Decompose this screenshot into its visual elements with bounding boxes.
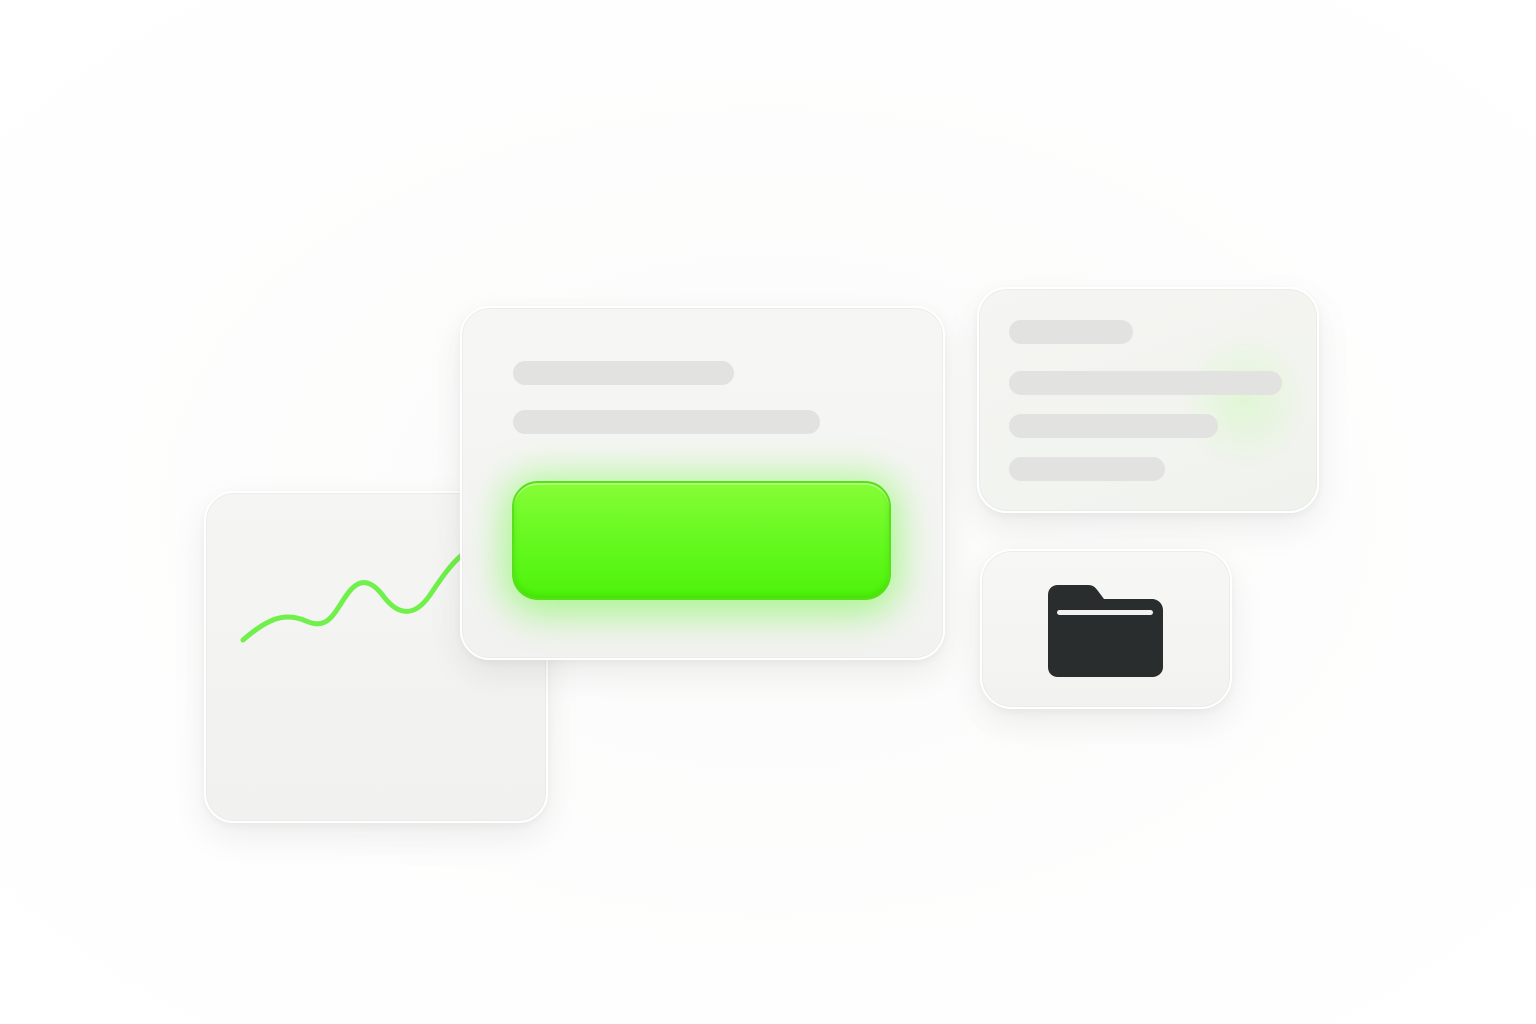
main-card-subtitle-placeholder: [513, 410, 820, 434]
canvas: [0, 0, 1536, 1024]
list-card-line-2-placeholder: [1009, 414, 1218, 438]
list-card-title-placeholder: [1009, 320, 1133, 344]
main-card-title-placeholder: [513, 361, 734, 385]
list-card-line-3-placeholder: [1009, 457, 1165, 481]
list-card-line-1-placeholder: [1009, 371, 1282, 395]
folder-icon: [1048, 585, 1163, 677]
sparkline-line: [240, 552, 465, 643]
primary-button[interactable]: [512, 481, 891, 600]
